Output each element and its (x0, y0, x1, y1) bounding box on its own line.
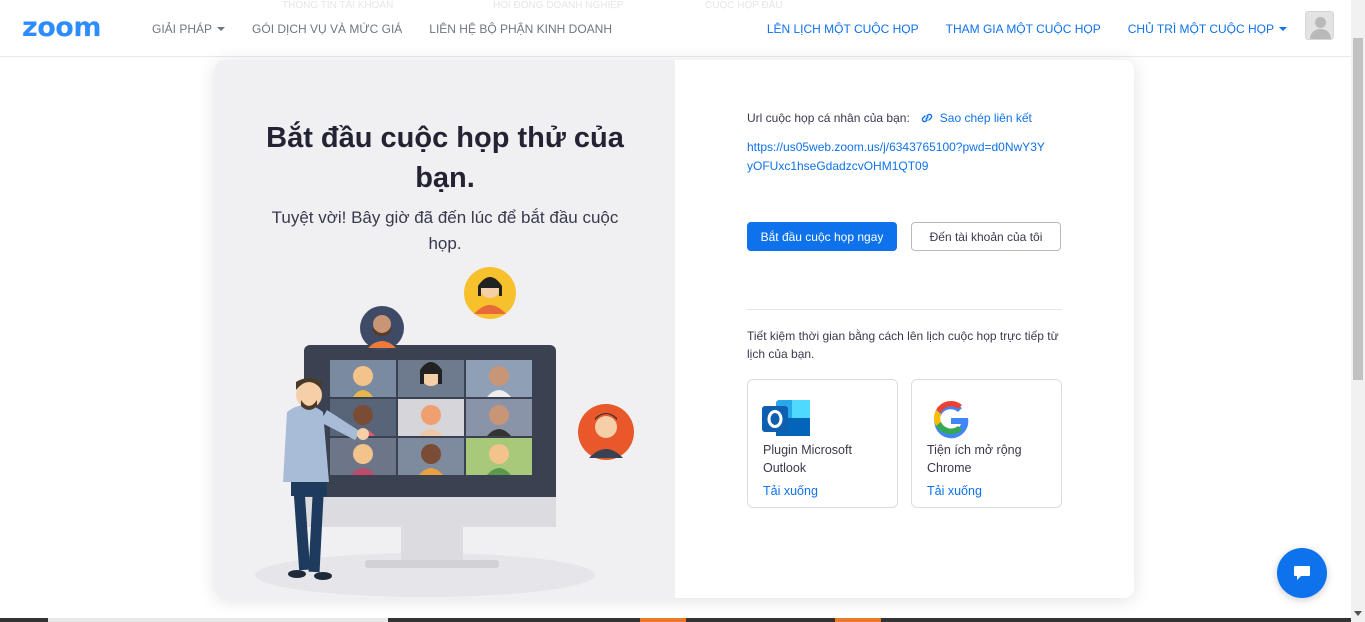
primary-nav: GIẢI PHÁP GÓI DỊCH VỤ VÀ MỨC GIÁ LIÊN HỆ… (152, 0, 612, 57)
link-icon (921, 113, 933, 123)
hero-panel: Bắt đầu cuộc họp thử của bạn. Tuyệt vời!… (215, 60, 675, 598)
avatar-head (1315, 17, 1326, 28)
url-label-row: Url cuộc họp cá nhân của bạn: Sao chép l… (747, 111, 1032, 125)
taskbar-segment (48, 618, 388, 622)
nav-join-meeting[interactable]: THAM GIA MỘT CUỘC HỌP (946, 22, 1101, 36)
divider (747, 309, 1062, 310)
nav-label: GÓI DỊCH VỤ VÀ MỨC GIÁ (252, 21, 403, 36)
nav-label: CHỦ TRÌ MỘT CUỘC HỌP (1127, 21, 1274, 36)
meeting-info-panel: Url cuộc họp cá nhân của bạn: Sao chép l… (675, 60, 1134, 598)
copy-link-label: Sao chép liên kết (939, 111, 1032, 125)
scroll-down-icon[interactable] (1354, 611, 1362, 616)
page-scrollbar[interactable] (1351, 0, 1365, 622)
google-icon (934, 400, 969, 439)
zoom-logo[interactable]: zoom (22, 12, 101, 43)
nav-plans-pricing[interactable]: GÓI DỊCH VỤ VÀ MỨC GIÁ (252, 22, 402, 36)
taskbar-strip (0, 618, 1351, 622)
nav-label: THAM GIA MỘT CUỘC HỌP (945, 21, 1101, 36)
nav-host-meeting[interactable]: CHỦ TRÌ MỘT CUỘC HỌP (1128, 22, 1287, 36)
caret-down-icon (1279, 26, 1287, 31)
plugin-name: Tiện ích mở rộng Chrome (927, 443, 1022, 475)
nav-schedule-meeting[interactable]: LÊN LỊCH MỘT CUỘC HỌP (767, 22, 919, 36)
chrome-extension-card[interactable]: Tiện ích mở rộng Chrome Tải xuống (911, 379, 1062, 508)
chat-button[interactable] (1277, 548, 1327, 598)
outlook-download-link[interactable]: Tải xuống (763, 484, 818, 498)
avatar[interactable] (1305, 11, 1334, 40)
calendar-tip-text: Tiết kiệm thời gian bằng cách lên lịch c… (747, 329, 1059, 361)
video-meeting-illustration (255, 267, 634, 597)
secondary-nav: LÊN LỊCH MỘT CUỘC HỌP THAM GIA MỘT CUỘC … (767, 0, 1287, 57)
meeting-url-link[interactable]: https://us05web.zoom.us/j/6343765100?pwd… (747, 138, 1047, 176)
taskbar-segment (835, 618, 881, 622)
copy-link-button[interactable]: Sao chép liên kết (920, 111, 1032, 125)
avatar-body (1310, 29, 1331, 39)
nav-label: LÊN LỊCH MỘT CUỘC HỌP (766, 21, 919, 36)
plugin-name: Plugin Microsoft Outlook (763, 443, 852, 475)
go-to-account-button[interactable]: Đến tài khoản của tôi (911, 222, 1061, 251)
outlook-icon (762, 400, 810, 436)
nav-label: LIÊN HỆ BỘ PHẬN KINH DOANH (429, 21, 612, 36)
start-meeting-card: Bắt đầu cuộc họp thử của bạn. Tuyệt vời!… (215, 60, 1134, 598)
chat-bubble-icon (1294, 566, 1310, 580)
nav-label: GIẢI PHÁP (152, 21, 213, 36)
outlook-plugin-card[interactable]: Plugin Microsoft Outlook Tải xuống (747, 379, 898, 508)
chrome-download-link[interactable]: Tải xuống (927, 484, 982, 498)
caret-down-icon (217, 26, 226, 31)
start-meeting-button[interactable]: Bắt đầu cuộc họp ngay (747, 222, 897, 251)
url-label: Url cuộc họp cá nhân của bạn: (747, 111, 910, 125)
top-nav: THÔNG TIN TÀI KHOẢN HỘI ĐỒNG DOANH NGHIỆ… (0, 0, 1351, 57)
taskbar-segment (640, 618, 686, 622)
scrollbar-thumb[interactable] (1353, 38, 1363, 380)
nav-contact-sales[interactable]: LIÊN HỆ BỘ PHẬN KINH DOANH (429, 22, 612, 36)
nav-solutions[interactable]: GIẢI PHÁP (152, 21, 226, 36)
